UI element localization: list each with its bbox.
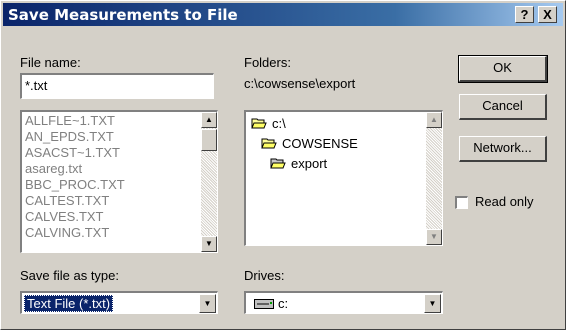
window-title: Save Measurements to File	[8, 6, 238, 24]
save-type-dropdown[interactable]: Text File (*.txt) ▼	[20, 291, 218, 314]
folder-item-root[interactable]: c:\	[251, 116, 286, 131]
folders-label: Folders:	[244, 55, 291, 70]
file-list-item[interactable]: ASACST~1.TXT	[22, 145, 217, 161]
file-name-input[interactable]: *.txt	[20, 73, 214, 99]
file-list-scrollbar[interactable]: ▲ ▼	[201, 112, 217, 252]
scroll-up-icon[interactable]: ▲	[201, 112, 217, 128]
title-bar: Save Measurements to File ? X	[3, 3, 563, 26]
file-list-item[interactable]: CALTEST.TXT	[22, 193, 217, 209]
drive-icon	[254, 299, 274, 309]
file-list[interactable]: ALLFLE~1.TXT AN_EPDS.TXT ASACST~1.TXT asare…	[20, 110, 218, 253]
open-folder-icon	[270, 158, 286, 169]
file-list-item[interactable]: AN_EPDS.TXT	[22, 129, 217, 145]
folder-tree-scrollbar[interactable]: ▲ ▼	[426, 112, 442, 245]
file-name-value: *.txt	[25, 78, 48, 93]
save-type-label: Save file as type:	[20, 268, 119, 283]
chevron-down-icon[interactable]: ▼	[199, 294, 216, 313]
scroll-thumb[interactable]	[201, 129, 217, 151]
folder-tree[interactable]: c:\ COWSENSE export ▲ ▼	[244, 110, 443, 246]
ok-button[interactable]: OK	[458, 55, 548, 83]
help-icon: ?	[520, 7, 529, 22]
read-only-label: Read only	[475, 194, 534, 209]
scroll-down-icon[interactable]: ▼	[426, 229, 442, 245]
file-list-item[interactable]: asareg.txt	[22, 161, 217, 177]
close-button[interactable]: X	[538, 6, 557, 23]
drives-dropdown[interactable]: c: ▼	[244, 291, 443, 314]
file-list-item[interactable]: CALVING.TXT	[22, 225, 217, 241]
file-list-item[interactable]: BBC_PROC.TXT	[22, 177, 217, 193]
folder-item-export[interactable]: export	[270, 156, 327, 171]
help-button[interactable]: ?	[515, 6, 534, 23]
network-button[interactable]: Network...	[459, 136, 547, 162]
file-list-item[interactable]: CALVES.TXT	[22, 209, 217, 225]
file-name-label: File name:	[20, 55, 81, 70]
current-folder-path: c:\cowsense\export	[244, 76, 356, 91]
file-list-item[interactable]: ALLFLE~1.TXT	[22, 113, 217, 129]
close-icon: X	[543, 7, 552, 22]
save-type-value: Text File (*.txt)	[24, 295, 114, 312]
open-folder-icon	[261, 138, 277, 149]
drives-value: c:	[278, 296, 289, 311]
cancel-button[interactable]: Cancel	[459, 94, 547, 120]
save-measurements-dialog: Save Measurements to File ? X File name:…	[0, 0, 566, 330]
chevron-down-icon[interactable]: ▼	[424, 294, 441, 313]
folder-item-cowsense[interactable]: COWSENSE	[261, 136, 358, 151]
read-only-checkbox[interactable]	[455, 196, 468, 209]
open-folder-icon	[251, 118, 267, 129]
scroll-up-icon[interactable]: ▲	[426, 112, 442, 128]
drives-label: Drives:	[244, 268, 285, 283]
scroll-down-icon[interactable]: ▼	[201, 236, 217, 252]
